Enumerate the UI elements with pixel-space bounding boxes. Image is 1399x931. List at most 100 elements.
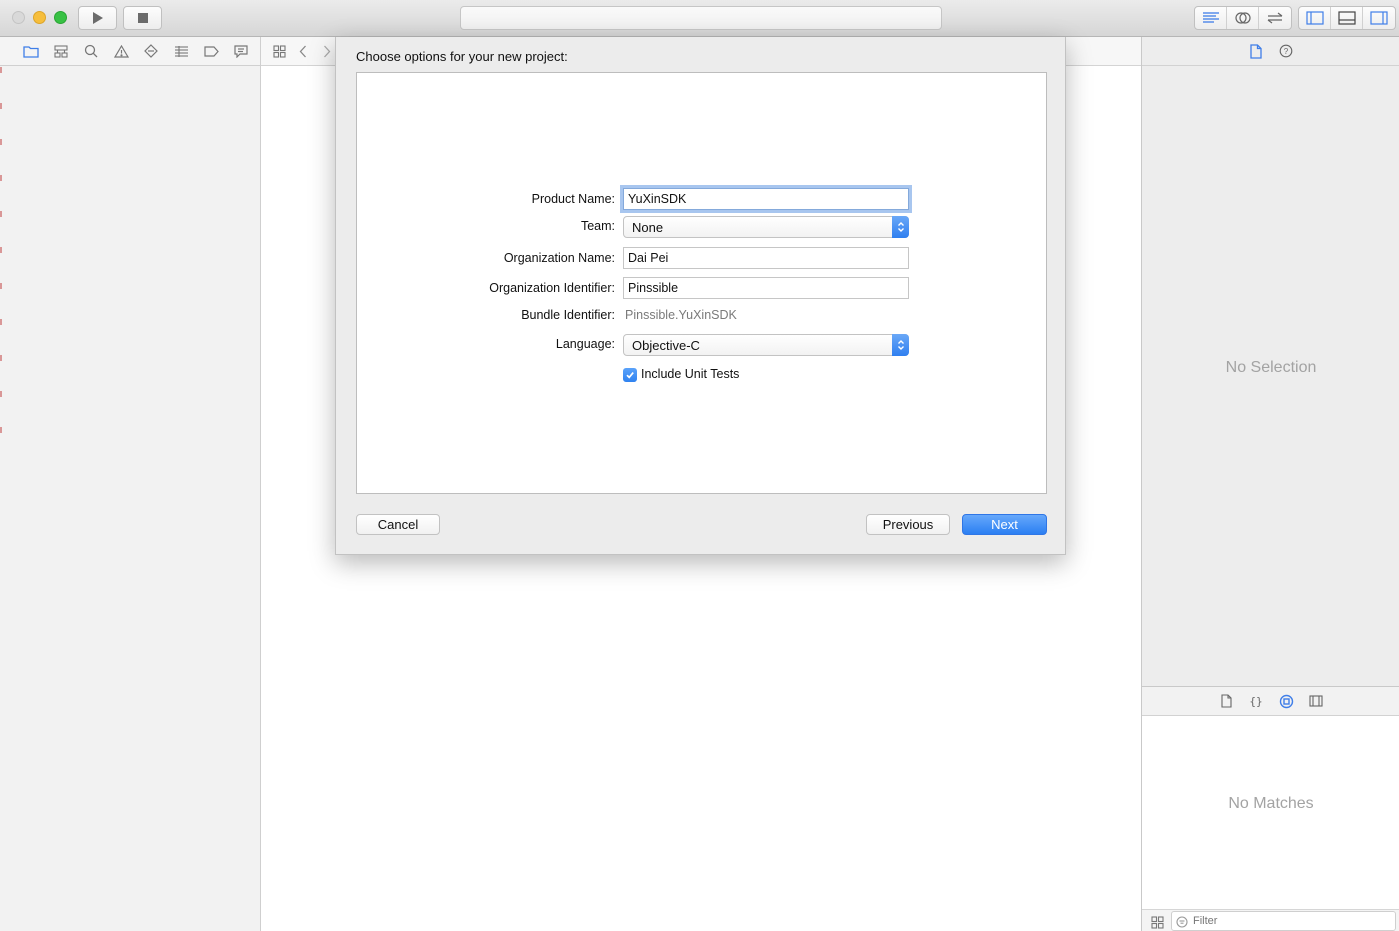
- file-inspector-tab[interactable]: [1246, 41, 1266, 61]
- include-unit-tests-label[interactable]: Include Unit Tests: [641, 367, 739, 381]
- window-toolbar: [0, 0, 1399, 37]
- product-name-field[interactable]: [623, 188, 909, 210]
- chevron-up-down-icon: [897, 340, 904, 350]
- organization-identifier-label: Organization Identifier:: [489, 281, 615, 295]
- play-icon: [92, 12, 103, 24]
- breakpoint-icon: [203, 45, 219, 57]
- chevron-left-icon: [299, 45, 306, 57]
- code-snippet-icon: {}: [1249, 695, 1262, 708]
- view-toggle-segmented-control: [1298, 6, 1396, 30]
- no-matches-label: No Matches: [1228, 795, 1314, 812]
- checkmark-icon: [626, 372, 634, 379]
- navigator-toggle-button[interactable]: [1299, 7, 1331, 29]
- debug-area-toggle-icon: [1337, 11, 1356, 25]
- media-library-tab[interactable]: [1306, 691, 1326, 711]
- file-template-icon: [1220, 694, 1232, 708]
- stop-button[interactable]: [123, 6, 162, 30]
- minimize-window-button[interactable]: [33, 11, 46, 24]
- svg-text:{}: {}: [1249, 695, 1262, 708]
- navigator-edge-marks: [0, 67, 2, 447]
- bundle-identifier-label: Bundle Identifier:: [521, 308, 615, 322]
- previous-button[interactable]: Previous: [866, 514, 950, 535]
- folder-icon: [23, 45, 39, 58]
- quick-help-tab[interactable]: ?: [1276, 41, 1296, 61]
- report-navigator-tab[interactable]: [226, 41, 256, 61]
- breakpoint-navigator-tab[interactable]: [196, 41, 226, 61]
- organization-name-label: Organization Name:: [503, 251, 615, 265]
- find-navigator-tab[interactable]: [76, 41, 106, 61]
- symbol-icon: [54, 44, 68, 58]
- svg-text:?: ?: [1284, 47, 1289, 56]
- organization-name-field[interactable]: [623, 247, 909, 269]
- navigator-selector-bar: [0, 37, 260, 66]
- run-button[interactable]: [78, 6, 117, 30]
- version-editor-icon: [1267, 12, 1283, 24]
- issue-navigator-tab[interactable]: [106, 41, 136, 61]
- library-selector-bar: {}: [1142, 686, 1399, 716]
- sheet-title: Choose options for your new project:: [356, 49, 568, 64]
- file-template-library-tab[interactable]: [1216, 691, 1236, 711]
- language-popup[interactable]: Objective-C: [623, 334, 909, 356]
- object-library-tab[interactable]: [1276, 691, 1296, 711]
- debug-navigator-tab[interactable]: [166, 41, 196, 61]
- test-icon: [144, 44, 158, 58]
- help-icon: ?: [1279, 44, 1293, 58]
- next-button[interactable]: Next: [962, 514, 1047, 535]
- project-options-form: Product Name: Team: Organization Name: O…: [356, 72, 1047, 494]
- bundle-identifier-value: Pinssible.YuXinSDK: [625, 308, 737, 322]
- stop-icon: [137, 13, 148, 23]
- form-labels: Product Name: Team: Organization Name: O…: [415, 73, 615, 493]
- utilities-toggle-button[interactable]: [1363, 7, 1395, 29]
- cancel-button[interactable]: Cancel: [356, 514, 440, 535]
- standard-editor-icon: [1202, 12, 1219, 23]
- filter-icon: [1176, 916, 1188, 928]
- code-snippet-library-tab[interactable]: {}: [1246, 691, 1266, 711]
- team-label: Team:: [580, 219, 615, 233]
- library-filter-bar: [1142, 909, 1399, 931]
- utilities-toggle-icon: [1370, 11, 1388, 25]
- library-filter-input[interactable]: [1171, 911, 1396, 931]
- include-unit-tests-checkbox[interactable]: [623, 368, 637, 382]
- grid-view-icon: [1150, 915, 1164, 929]
- utilities-pane: ? No Selection {} No Matches: [1141, 37, 1399, 931]
- grid-icon: [272, 44, 286, 58]
- assistant-editor-icon: [1234, 12, 1251, 24]
- language-popup-arrows: [892, 334, 909, 356]
- close-window-button[interactable]: [12, 11, 25, 24]
- object-library-icon: [1279, 694, 1293, 708]
- debug-icon: [174, 46, 188, 57]
- maximize-window-button[interactable]: [54, 11, 67, 24]
- standard-editor-button[interactable]: [1195, 7, 1227, 29]
- warning-icon: [113, 44, 129, 58]
- activity-viewer: [460, 6, 942, 30]
- search-icon: [84, 44, 98, 58]
- version-editor-button[interactable]: [1259, 7, 1291, 29]
- related-items-button[interactable]: [267, 41, 291, 61]
- media-library-icon: [1309, 695, 1323, 707]
- project-navigator-tab[interactable]: [16, 41, 46, 61]
- library-view-mode-button[interactable]: [1149, 914, 1165, 930]
- report-icon: [234, 44, 248, 58]
- language-popup-value: Objective-C: [632, 338, 700, 353]
- product-name-label: Product Name:: [531, 192, 615, 206]
- inspector-selector-bar: ?: [1142, 37, 1399, 66]
- organization-identifier-field[interactable]: [623, 277, 909, 299]
- team-popup[interactable]: None: [623, 216, 909, 238]
- team-popup-arrows: [892, 216, 909, 238]
- new-project-options-sheet: Choose options for your new project: Pro…: [335, 37, 1066, 555]
- chevron-up-down-icon: [897, 222, 904, 232]
- test-navigator-tab[interactable]: [136, 41, 166, 61]
- no-selection-label: No Selection: [1225, 359, 1317, 376]
- navigator-toggle-icon: [1305, 11, 1324, 25]
- language-label: Language:: [555, 337, 615, 351]
- assistant-editor-button[interactable]: [1227, 7, 1259, 29]
- file-inspector-icon: [1250, 43, 1262, 59]
- team-popup-value: None: [632, 220, 664, 235]
- back-button[interactable]: [291, 41, 315, 61]
- chevron-right-icon: [324, 45, 331, 57]
- editor-mode-segmented-control: [1194, 6, 1292, 30]
- symbol-navigator-tab[interactable]: [46, 41, 76, 61]
- navigator-pane: [0, 37, 261, 931]
- library-list: [1142, 716, 1399, 911]
- debug-area-toggle-button[interactable]: [1331, 7, 1363, 29]
